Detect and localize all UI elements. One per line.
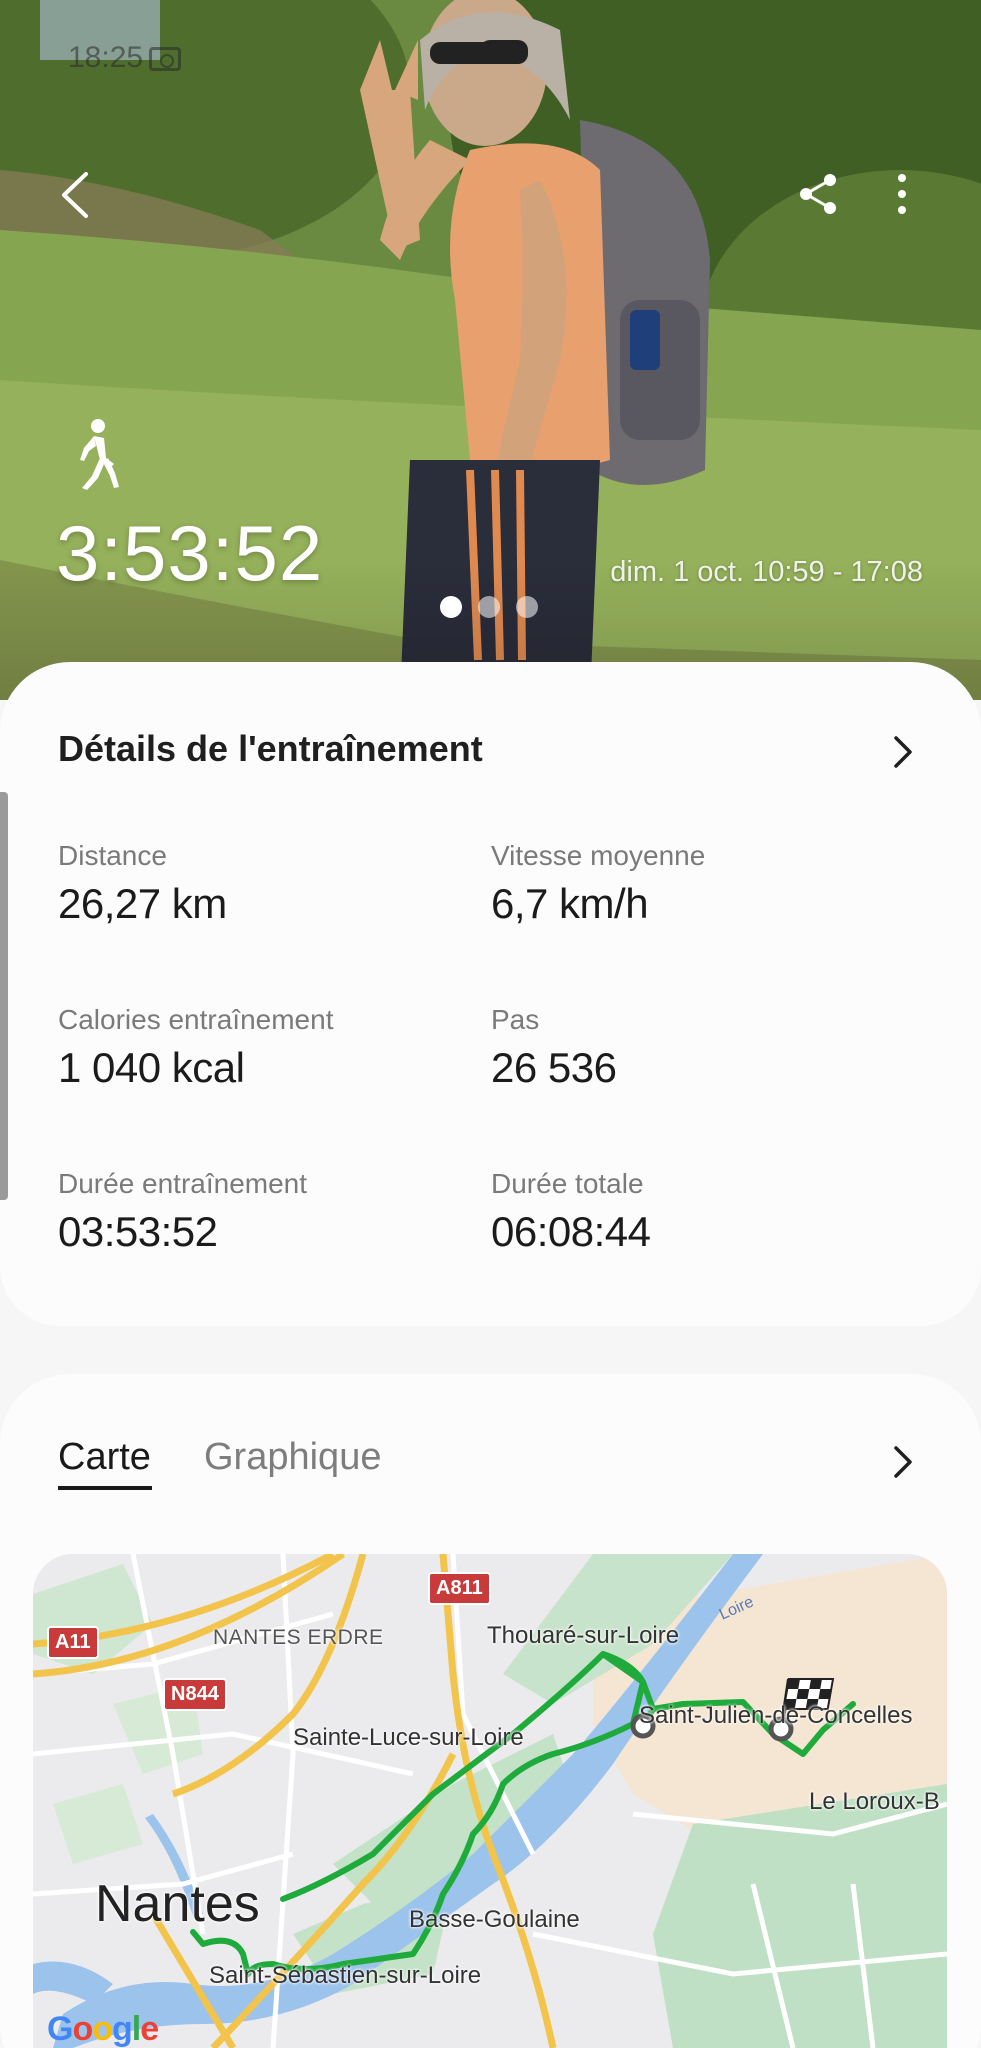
pager-dot-2[interactable] [478,596,500,618]
stat-value-workout-duration: 03:53:52 [58,1208,218,1255]
road-badge: N844 [163,1678,227,1711]
map-place-label: Saint-Julien-de-Concelles [639,1702,913,1729]
road-badge: A11 [47,1626,99,1659]
walking-icon [80,419,119,490]
stat-value-avg-speed: 6,7 km/h [491,880,649,927]
stat-value-calories: 1 040 kcal [58,1044,245,1091]
more-options-icon[interactable] [890,172,914,216]
map-place-label: Le Loroux-B [809,1788,940,1815]
status-time: 18:25 [68,41,144,74]
map-place-label: Saint-Sébastien-sur-Loire [209,1962,482,1989]
workout-duration: 3:53:52 [56,509,324,597]
google-attribution: Google [47,2010,159,2048]
map-place-label: Sainte-Luce-sur-Loire [293,1724,524,1751]
stat-label-total-duration: Durée totale [491,1168,644,1199]
share-icon[interactable] [796,172,840,216]
workout-date-range: dim. 1 oct. 10:59 - 17:08 [610,556,923,588]
route-map[interactable]: Thouaré-sur-Loire Sainte-Luce-sur-Loire … [33,1554,947,2048]
stat-label-workout-duration: Durée entraînement [58,1168,308,1199]
back-arrow-icon[interactable] [56,170,96,220]
stat-label-calories: Calories entraînement [58,1004,334,1035]
stat-value-steps: 26 536 [491,1044,617,1091]
status-bar: 18:25 [68,38,941,78]
tab-graphique[interactable]: Graphique [204,1436,381,1479]
stat-label-distance: Distance [58,840,167,871]
scroll-indicator[interactable] [0,792,8,1200]
chevron-right-icon[interactable] [890,1442,916,1482]
road-badge: A811 [428,1572,491,1605]
stat-value-total-duration: 06:08:44 [491,1208,651,1255]
chevron-right-icon[interactable] [890,732,916,772]
stat-value-distance: 26,27 km [58,880,227,927]
photo-pager-dots[interactable] [440,596,538,618]
details-title[interactable]: Détails de l'entraînement [58,728,483,770]
map-place-label: Basse-Goulaine [409,1906,580,1933]
pager-dot-3[interactable] [516,596,538,618]
screenshot-icon [149,47,182,72]
map-district-label: NANTES ERDRE [213,1626,384,1649]
pager-dot-1[interactable] [440,596,462,618]
stat-label-avg-speed: Vitesse moyenne [491,840,706,871]
map-place-label: Thouaré-sur-Loire [487,1622,680,1649]
hero-photo-area[interactable]: 18:25 3:53:52 dim. 1 oct. 10:59 - 17:08 [0,0,981,700]
map-city-label: Nantes [95,1875,260,1933]
tab-carte[interactable]: Carte [58,1436,151,1479]
active-tab-indicator [58,1486,152,1490]
stat-label-steps: Pas [491,1004,540,1035]
